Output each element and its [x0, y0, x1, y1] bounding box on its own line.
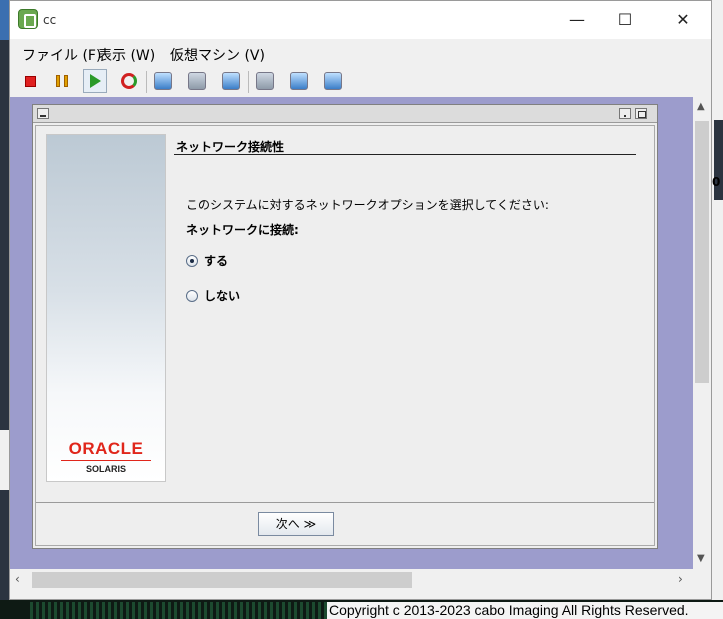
radio-label-yes: する — [204, 254, 229, 268]
radio-label-no: しない — [204, 289, 241, 303]
reset-button[interactable] — [117, 69, 141, 93]
oracle-logo: ORACLE — [68, 439, 144, 458]
snapshot-restore-icon — [188, 72, 206, 90]
radio-unchecked-icon[interactable] — [186, 289, 198, 302]
menu-view[interactable]: 表示 (W) — [98, 45, 155, 65]
radio-checked-icon[interactable] — [186, 254, 198, 267]
scroll-up-icon[interactable]: ▲ — [697, 101, 705, 112]
branding-panel: ORACLE SOLARIS — [46, 134, 166, 482]
tools-icon — [324, 72, 342, 90]
play-button[interactable] — [83, 69, 107, 93]
scroll-left-icon[interactable]: ‹ — [15, 572, 20, 586]
next-button[interactable]: 次へ ≫ — [258, 512, 334, 536]
snapshot-icon — [154, 72, 172, 90]
minimize-button[interactable]: — — [554, 1, 600, 39]
horizontal-scrollbar[interactable]: ‹ › — [10, 569, 711, 589]
horizontal-scroll-thumb[interactable] — [32, 572, 412, 588]
snapshot-button[interactable] — [151, 69, 175, 93]
vertical-scrollbar[interactable]: ▲ ▼ — [693, 97, 711, 569]
pause-icon — [56, 75, 68, 87]
toolbar-separator — [146, 71, 147, 93]
oracle-logo-underline — [61, 460, 151, 461]
close-button[interactable]: ✕ — [660, 1, 706, 39]
dialog-maximize-icon[interactable] — [635, 108, 647, 119]
reset-icon — [121, 73, 137, 89]
radio-option-yes[interactable]: する — [186, 252, 228, 269]
menu-bar: ファイル (F) 表示 (W) 仮想マシン (V) — [10, 41, 711, 65]
dialog-content: ORACLE SOLARIS ネットワーク接続性 このシステムに対するネットワー… — [35, 125, 655, 546]
desktop-background-right — [711, 0, 723, 619]
tools-button[interactable] — [321, 69, 345, 93]
copyright-text: Copyright c 2013-2023 cabo Imaging All R… — [327, 602, 723, 619]
menu-file[interactable]: ファイル (F) — [22, 45, 101, 65]
footer-divider — [36, 502, 654, 503]
settings-icon — [256, 72, 274, 90]
scroll-right-icon[interactable]: › — [678, 572, 683, 586]
app-logo-icon — [18, 9, 38, 29]
desktop-fragment-text: 0 — [712, 175, 721, 189]
dialog-minimize-icon[interactable] — [619, 108, 631, 119]
radio-option-no[interactable]: しない — [186, 287, 240, 304]
vm-console-window: cc — ☐ ✕ ファイル (F) 表示 (W) 仮想マシン (V) ▲ ▼ ‹… — [9, 0, 712, 600]
pause-button[interactable] — [50, 69, 74, 93]
stop-icon — [24, 75, 36, 87]
maximize-button[interactable]: ☐ — [602, 1, 648, 39]
terminal-text-fragment — [30, 602, 330, 619]
menu-vm[interactable]: 仮想マシン (V) — [170, 45, 265, 65]
snapshot-restore-button[interactable] — [185, 69, 209, 93]
play-icon — [89, 74, 101, 88]
dialog-title-bar — [33, 105, 657, 123]
media-icon — [290, 72, 308, 90]
media-button[interactable] — [287, 69, 311, 93]
installer-dialog: ORACLE SOLARIS ネットワーク接続性 このシステムに対するネットワー… — [32, 104, 658, 549]
stop-button[interactable] — [18, 69, 42, 93]
connect-label: ネットワークに接続: — [186, 223, 299, 237]
toolbar-separator — [248, 71, 249, 93]
snapshot-manager-icon — [222, 72, 240, 90]
scroll-down-icon[interactable]: ▼ — [697, 553, 705, 564]
window-title: cc — [43, 13, 57, 27]
network-prompt: このシステムに対するネットワークオプションを選択してください: — [186, 198, 549, 212]
vertical-scroll-thumb[interactable] — [695, 121, 709, 383]
dialog-menu-icon[interactable] — [37, 108, 49, 119]
snapshot-manager-button[interactable] — [219, 69, 243, 93]
solaris-logo: SOLARIS — [85, 464, 126, 474]
title-divider — [174, 154, 636, 155]
settings-button[interactable] — [253, 69, 277, 93]
title-bar: cc — ☐ ✕ — [10, 1, 711, 39]
section-title: ネットワーク接続性 — [176, 140, 285, 154]
toolbar — [10, 67, 711, 95]
